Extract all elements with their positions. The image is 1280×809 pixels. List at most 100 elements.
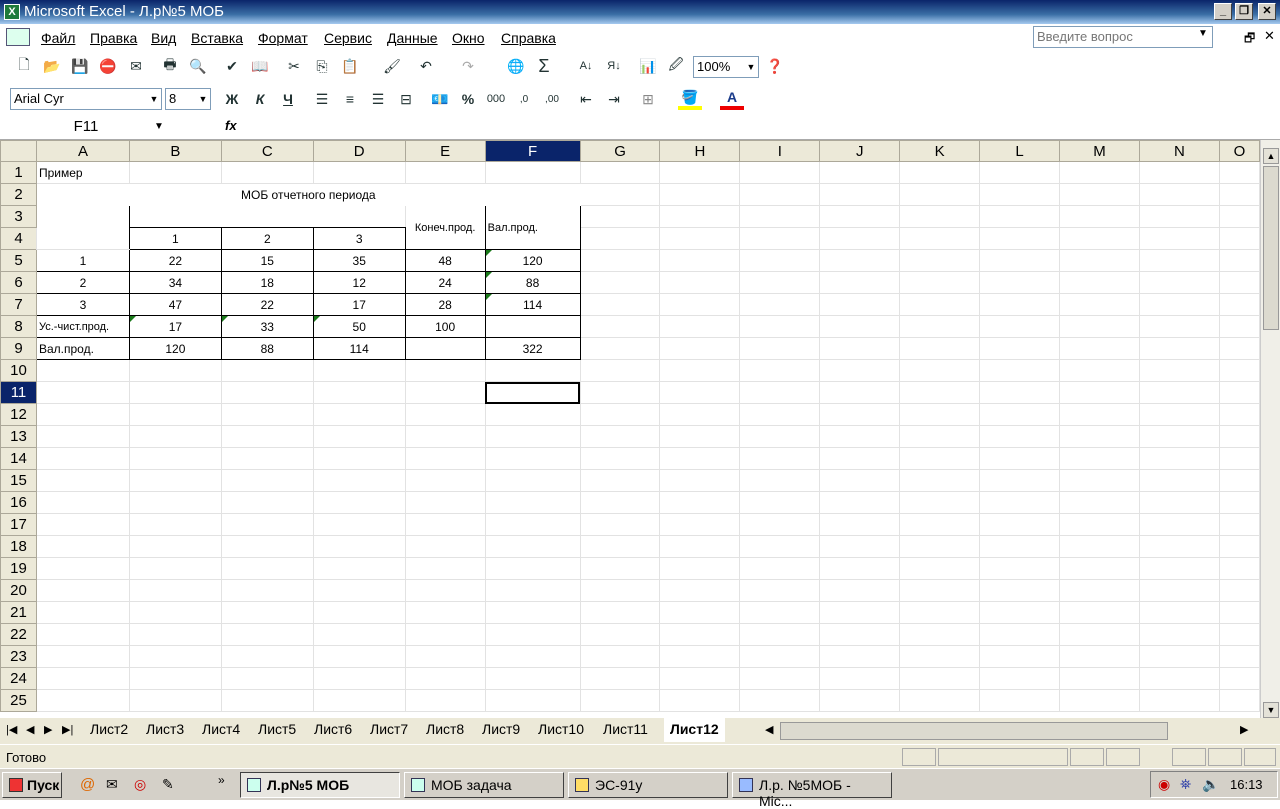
cell[interactable] [35,359,130,382]
cell[interactable] [899,667,981,690]
cell[interactable] [739,601,821,624]
cell[interactable] [819,579,901,602]
cell[interactable] [128,535,222,558]
cell[interactable] [739,337,821,360]
cell[interactable] [220,469,314,492]
cell[interactable] [579,249,661,272]
cell[interactable] [899,249,981,272]
cell[interactable] [819,161,901,184]
menu-view[interactable]: Вид [151,30,176,46]
cell[interactable] [484,513,581,536]
cell[interactable] [979,447,1061,470]
row-header[interactable]: 14 [0,447,37,470]
cell[interactable] [979,579,1061,602]
cell[interactable] [579,579,661,602]
cell[interactable] [1218,667,1260,690]
row-header[interactable]: 15 [0,469,37,492]
decrease-indent-icon[interactable]: ⇤ [574,88,598,110]
cell-c5[interactable]: 15 [220,249,314,272]
cell[interactable] [1138,623,1220,646]
cell[interactable] [404,359,486,382]
menu-tools[interactable]: Сервис [324,30,372,46]
cell[interactable] [1138,161,1220,184]
cell[interactable] [659,601,741,624]
minimize-button[interactable]: _ [1214,3,1232,20]
fill-color-icon[interactable]: 🪣 [678,88,702,110]
cell[interactable] [1138,381,1220,404]
cell-d8[interactable]: 50 [312,315,406,338]
hscroll-left-icon[interactable]: ◀ [765,723,773,736]
network-icon[interactable]: ⛯ [1180,776,1191,793]
cell[interactable] [739,205,821,228]
autosum-icon[interactable]: Σ [532,55,556,77]
cell-e7[interactable]: 28 [404,293,486,316]
print-icon[interactable]: 🖶 [158,55,182,77]
menu-data[interactable]: Данные [387,30,438,46]
row-header[interactable]: 23 [0,645,37,668]
cell[interactable] [1218,601,1260,624]
cell[interactable] [659,689,741,712]
cell-a8[interactable]: Ус.-чист.прод. [35,315,130,338]
cell[interactable] [819,513,901,536]
cell[interactable] [312,689,406,712]
cell[interactable] [1059,337,1140,360]
col-header-h[interactable]: H [659,140,741,162]
cell[interactable] [404,667,486,690]
cell[interactable] [819,315,901,338]
cell[interactable] [1059,645,1140,668]
cell[interactable] [979,623,1061,646]
cell[interactable] [979,403,1061,426]
browser-icon[interactable]: @ [80,776,95,793]
save-icon[interactable]: 💾 [68,55,92,77]
row-header-selected[interactable]: 11 [0,381,37,404]
cell[interactable] [1059,271,1140,294]
cell[interactable] [1059,205,1140,228]
cell-b8[interactable]: 17 [128,315,222,338]
name-box-dropdown-icon[interactable]: ▼ [154,121,164,132]
cell[interactable] [979,513,1061,536]
cell[interactable] [1218,227,1260,250]
cell[interactable] [35,491,130,514]
cell[interactable] [579,469,661,492]
cell[interactable] [1059,535,1140,558]
comma-style-icon[interactable]: 000 [484,88,508,110]
cell-c4[interactable]: 2 [220,227,314,250]
cell[interactable] [35,403,130,426]
cell[interactable] [739,293,821,316]
cell-a6[interactable]: 2 [35,271,130,294]
cell[interactable] [1059,403,1140,426]
cell[interactable] [220,513,314,536]
start-button[interactable]: Пуск [2,772,62,798]
cell[interactable] [128,513,222,536]
cell[interactable] [484,359,581,382]
row-header[interactable]: 25 [0,689,37,712]
cell[interactable] [484,645,581,668]
cell[interactable] [1218,293,1260,316]
cell[interactable] [1138,469,1220,492]
cell-c7[interactable]: 22 [220,293,314,316]
cell[interactable] [35,645,130,668]
cell[interactable] [579,205,661,228]
cell[interactable] [579,161,661,184]
cell[interactable] [1138,689,1220,712]
merge-center-icon[interactable]: ⊟ [394,88,418,110]
cell[interactable] [739,579,821,602]
cell[interactable] [35,513,130,536]
cell[interactable] [899,161,981,184]
chart-wizard-icon[interactable]: 📊 [636,55,660,77]
cell[interactable] [484,491,581,514]
cell[interactable] [1059,161,1140,184]
cell[interactable] [404,161,486,184]
cell[interactable] [1218,579,1260,602]
cell[interactable] [819,249,901,272]
percent-icon[interactable]: % [456,88,480,110]
cell[interactable] [1059,315,1140,338]
doc-restore-icon[interactable]: 🗗 [1244,29,1255,50]
menu-file[interactable]: Файл [41,30,75,46]
cell[interactable] [128,425,222,448]
cell[interactable] [35,425,130,448]
cell[interactable] [979,535,1061,558]
cell-e8[interactable]: 100 [404,315,486,338]
cell[interactable] [819,183,901,206]
cell[interactable] [312,557,406,580]
